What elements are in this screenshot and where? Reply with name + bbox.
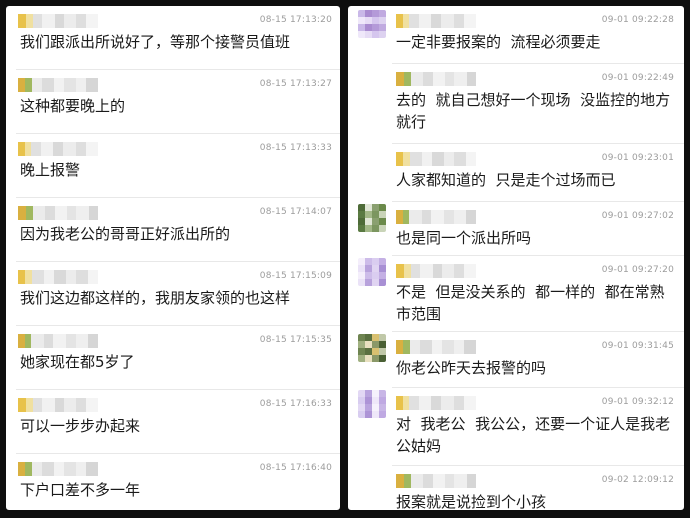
chat-message[interactable]: 08-15 17:13:20 我们跟派出所说好了，等那个接警员值班 xyxy=(6,6,340,70)
blurred-avatar xyxy=(358,258,386,286)
message-timestamp: 08-15 17:15:35 xyxy=(259,335,332,345)
blurred-sender-name xyxy=(18,142,98,156)
message-text: 也是同一个派出所吗 xyxy=(396,229,532,247)
chat-message[interactable]: 09-01 09:32:12 对 我老公 我公公，还要一个证人是我老公姑妈 xyxy=(348,388,684,466)
right-chat-panel: 09-01 09:22:28 一定非要报案的 流程必须要走 09-01 09:2… xyxy=(348,6,684,510)
message-timestamp: 09-01 09:23:01 xyxy=(601,153,674,163)
message-timestamp: 09-01 09:22:49 xyxy=(601,73,674,83)
chat-message[interactable]: 08-15 17:16:40 下户口差不多一年 xyxy=(6,454,340,510)
message-timestamp: 09-01 09:31:45 xyxy=(601,341,674,351)
message-text: 我们跟派出所说好了，等那个接警员值班 xyxy=(20,33,291,51)
message-text: 因为我老公的哥哥正好派出所的 xyxy=(20,225,231,243)
blurred-sender-name xyxy=(396,14,476,28)
blurred-sender-name xyxy=(18,334,98,348)
chat-message[interactable]: 08-15 17:15:09 我们这边都这样的，我朋友家领的也这样 xyxy=(6,262,340,326)
message-text: 报案就是说捡到个小孩 xyxy=(396,493,547,510)
blurred-sender-name xyxy=(18,206,98,220)
chat-message[interactable]: 08-15 17:13:33 晚上报警 xyxy=(6,134,340,198)
message-timestamp: 09-01 09:32:12 xyxy=(601,397,674,407)
blurred-avatar xyxy=(358,334,386,362)
blurred-sender-name xyxy=(18,78,99,92)
message-text: 去的 就自己想好一个现场 没监控的地方就行 xyxy=(396,91,671,131)
message-text: 晚上报警 xyxy=(20,161,81,179)
message-timestamp: 08-15 17:13:33 xyxy=(259,143,332,153)
message-text: 你老公昨天去报警的吗 xyxy=(396,359,547,377)
blurred-avatar xyxy=(358,10,386,38)
chat-message[interactable]: 09-01 09:23:01 人家都知道的 只是走个过场而已 xyxy=(348,144,684,202)
blurred-sender-name xyxy=(18,270,99,284)
message-text: 一定非要报案的 流程必须要走 xyxy=(396,33,601,51)
message-text: 人家都知道的 只是走个过场而已 xyxy=(396,171,616,189)
left-chat-panel: 08-15 17:13:20 我们跟派出所说好了，等那个接警员值班 08-15 … xyxy=(6,6,340,510)
blurred-sender-name xyxy=(18,462,99,476)
chat-message[interactable]: 08-15 17:14:07 因为我老公的哥哥正好派出所的 xyxy=(6,198,340,262)
chat-message[interactable]: 09-01 09:22:28 一定非要报案的 流程必须要走 xyxy=(348,6,684,64)
chat-message[interactable]: 08-15 17:15:35 她家现在都5岁了 xyxy=(6,326,340,390)
blurred-sender-name xyxy=(396,396,476,410)
message-text: 不是 但是没关系的 都一样的 都在常熟市范围 xyxy=(396,283,665,323)
message-timestamp: 09-02 12:09:12 xyxy=(601,475,674,485)
chat-message[interactable]: 09-01 09:22:49 去的 就自己想好一个现场 没监控的地方就行 xyxy=(348,64,684,144)
blurred-sender-name xyxy=(396,152,477,166)
message-timestamp: 08-15 17:13:20 xyxy=(259,15,332,25)
message-text: 下户口差不多一年 xyxy=(20,481,141,499)
blurred-sender-name xyxy=(396,340,477,354)
message-timestamp: 08-15 17:16:40 xyxy=(259,463,332,473)
message-timestamp: 08-15 17:13:27 xyxy=(259,79,332,89)
blurred-sender-name xyxy=(18,398,98,412)
blurred-sender-name xyxy=(18,14,98,28)
message-text: 对 我老公 我公公，还要一个证人是我老公姑妈 xyxy=(396,415,671,455)
message-timestamp: 09-01 09:27:20 xyxy=(601,265,674,275)
chat-message[interactable]: 09-01 09:27:20 不是 但是没关系的 都一样的 都在常熟市范围 xyxy=(348,256,684,332)
chat-message[interactable]: 08-15 17:16:33 可以一步步办起来 xyxy=(6,390,340,454)
message-timestamp: 09-01 09:22:28 xyxy=(601,15,674,25)
chat-message[interactable]: 09-01 09:31:45 你老公昨天去报警的吗 xyxy=(348,332,684,388)
blurred-sender-name xyxy=(396,72,476,86)
chat-message[interactable]: 09-02 12:09:12 报案就是说捡到个小孩 xyxy=(348,466,684,510)
blurred-sender-name xyxy=(396,264,476,278)
message-text: 她家现在都5岁了 xyxy=(20,353,135,371)
message-timestamp: 09-01 09:27:02 xyxy=(601,211,674,221)
chat-message[interactable]: 08-15 17:13:27 这种都要晚上的 xyxy=(6,70,340,134)
message-timestamp: 08-15 17:15:09 xyxy=(259,271,332,281)
message-text: 我们这边都这样的，我朋友家领的也这样 xyxy=(20,289,291,307)
chat-message[interactable]: 09-01 09:27:02 也是同一个派出所吗 xyxy=(348,202,684,256)
message-timestamp: 08-15 17:14:07 xyxy=(259,207,332,217)
blurred-avatar xyxy=(358,390,386,418)
blurred-sender-name xyxy=(396,210,476,224)
message-text: 可以一步步办起来 xyxy=(20,417,141,435)
blurred-avatar xyxy=(358,204,386,232)
message-timestamp: 08-15 17:16:33 xyxy=(259,399,332,409)
message-text: 这种都要晚上的 xyxy=(20,97,126,115)
blurred-sender-name xyxy=(396,474,476,488)
